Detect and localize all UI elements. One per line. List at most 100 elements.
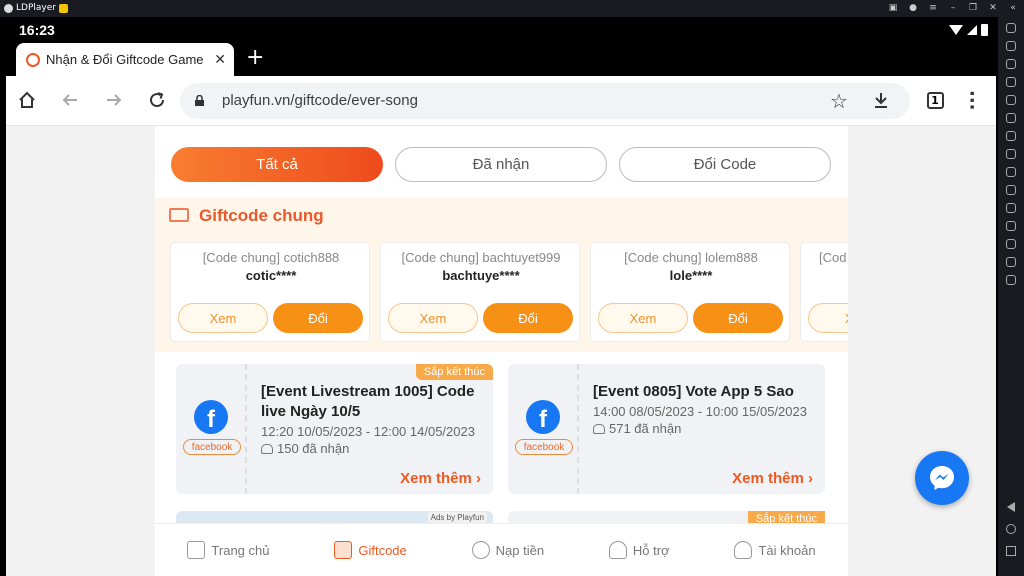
browser-tab[interactable]: Nhận & Đổi Giftcode Game Ever Song ✕ [16,43,234,76]
keyboard-icon[interactable] [1006,41,1016,51]
event-platform: f facebook [508,364,579,494]
redeem-button[interactable]: Đổi [693,303,783,333]
event-card[interactable]: f facebook [Event 0805] Vote App 5 Sao 1… [508,364,825,494]
nav-giftcode[interactable]: Giftcode [334,541,407,559]
giftcode-card: [Cod Xe [800,242,848,342]
status-time: 16:23 [19,22,55,38]
home-icon[interactable] [16,89,38,111]
account-icon[interactable]: ● [908,2,918,14]
giftcode-card: [Code chung] lolem888 lole**** Xem Đổi [590,242,790,342]
nav-account[interactable]: Tài khoản [734,541,816,559]
close-window-icon[interactable]: ✕ [988,2,998,14]
tab-switcher-button[interactable]: 1 [924,89,946,111]
nav-label: Giftcode [358,542,407,558]
event-title: [Event Livestream 1005] Code live Ngày 1… [261,383,475,420]
tab-strip: Nhận & Đổi Giftcode Game Ever Song ✕ + [6,43,996,76]
sync-icon[interactable] [1006,221,1016,231]
close-tab-icon[interactable]: ✕ [214,51,226,68]
event-card[interactable]: f facebook Sắp kết thúc [Event Livestrea… [176,364,493,494]
giftcode-card: [Code chung] bachtuyet999 bachtuye**** X… [380,242,580,342]
site-favicon-icon [26,52,40,67]
view-button[interactable]: Xem [388,303,478,333]
view-button[interactable]: Xe [808,303,848,333]
nav-label: Hỗ trợ [632,542,670,558]
received-count: 571 đã nhận [609,421,682,436]
giftcode-card: [Code chung] cotich888 cotic**** Xem Đổi [170,242,370,342]
redeem-button[interactable]: Đổi [483,303,573,333]
vip-badge-icon [58,3,68,13]
recents-icon[interactable] [1006,546,1016,556]
event-count: 150 đã nhận [261,441,349,456]
gamepad-icon[interactable]: ▣ [888,2,898,14]
wifi-icon [949,25,963,35]
address-bar[interactable]: playfun.vn/giftcode/ever-song ☆ [180,83,910,119]
filter-received-button[interactable]: Đã nhận [395,147,607,182]
minimize-icon[interactable]: – [948,2,958,14]
collapse-icon[interactable]: « [1008,2,1018,14]
filter-redeem-button[interactable]: Đổi Code [619,147,831,182]
bookmark-star-icon[interactable]: ☆ [830,89,848,113]
page-content: Tất cả Đã nhận Đổi Code Giftcode chung [… [155,126,848,576]
back-arrow-icon[interactable] [59,89,81,111]
see-more-link[interactable]: Xem thêm › [400,470,481,487]
restore-icon[interactable]: ❐ [968,2,978,14]
rotate-icon[interactable] [1006,113,1016,123]
chevron-right-icon: › [476,470,481,487]
video-icon[interactable] [1006,185,1016,195]
signal-icon [967,25,977,35]
shake-icon[interactable] [1006,275,1016,285]
download-icon[interactable] [870,89,892,111]
ending-soon-badge: Sắp kết thúc [415,364,493,380]
more-menu-icon[interactable]: ··· [960,89,982,111]
back-icon[interactable] [1007,502,1015,512]
users-icon [261,443,273,454]
bottom-navigation: Trang chủ Giftcode Nạp tiền Hỗ trợ Tài k… [155,523,848,576]
reload-icon[interactable] [146,89,168,111]
nav-label: Trang chủ [211,542,270,558]
folder-icon[interactable] [1006,239,1016,249]
nav-home[interactable]: Trang chủ [187,541,269,559]
scissors-icon[interactable] [1006,167,1016,177]
nav-topup[interactable]: Nạp tiền [471,541,544,559]
status-bar: 16:23 [6,17,996,43]
new-tab-icon[interactable]: + [246,47,264,69]
location-icon[interactable] [1006,257,1016,267]
emulator-title: LDPlayer [16,3,56,13]
lock-icon [195,95,204,106]
menu-icon[interactable]: ≡ [928,2,938,14]
ads-label: Ads by Playfun [427,512,487,523]
redeem-button[interactable]: Đổi [273,303,363,333]
coins-icon [471,541,490,559]
tab-title: Nhận & Đổi Giftcode Game Ever Song [46,52,206,67]
section-title: Giftcode chung [199,206,324,225]
platform-tag: facebook [515,439,573,455]
emulator-titlebar: LDPlayer ▣ ● ≡ – ❐ ✕ « [0,0,1024,17]
record-icon[interactable] [1006,149,1016,159]
screenshot-icon[interactable] [1006,95,1016,105]
platform-tag: facebook [183,439,241,455]
chevron-right-icon: › [808,470,813,487]
see-more-label: Xem thêm [400,470,472,487]
volume-up-icon[interactable] [1006,59,1016,69]
code-name: [Code chung] cotich888 [202,250,340,265]
emulator-sidebar [998,17,1024,576]
user-icon [734,541,753,559]
tab-count: 1 [926,91,944,109]
forward-arrow-icon[interactable] [103,89,125,111]
see-more-link[interactable]: Xem thêm › [732,470,813,487]
install-apk-icon[interactable] [1006,131,1016,141]
code-masked: lole**** [669,268,713,283]
ldplayer-icon [4,3,13,13]
facebook-icon: f [194,400,228,434]
macro-icon[interactable] [1006,203,1016,213]
view-button[interactable]: Xem [598,303,688,333]
home-button-icon[interactable] [1006,524,1016,534]
headset-icon [608,541,627,559]
nav-support[interactable]: Hỗ trợ [608,541,670,559]
filter-all-button[interactable]: Tất cả [171,147,383,182]
messenger-chat-button[interactable] [915,451,969,505]
view-button[interactable]: Xem [178,303,268,333]
settings-icon[interactable] [1006,23,1016,33]
event-time: 12:20 10/05/2023 - 12:00 14/05/2023 [261,424,475,439]
volume-down-icon[interactable] [1006,77,1016,87]
